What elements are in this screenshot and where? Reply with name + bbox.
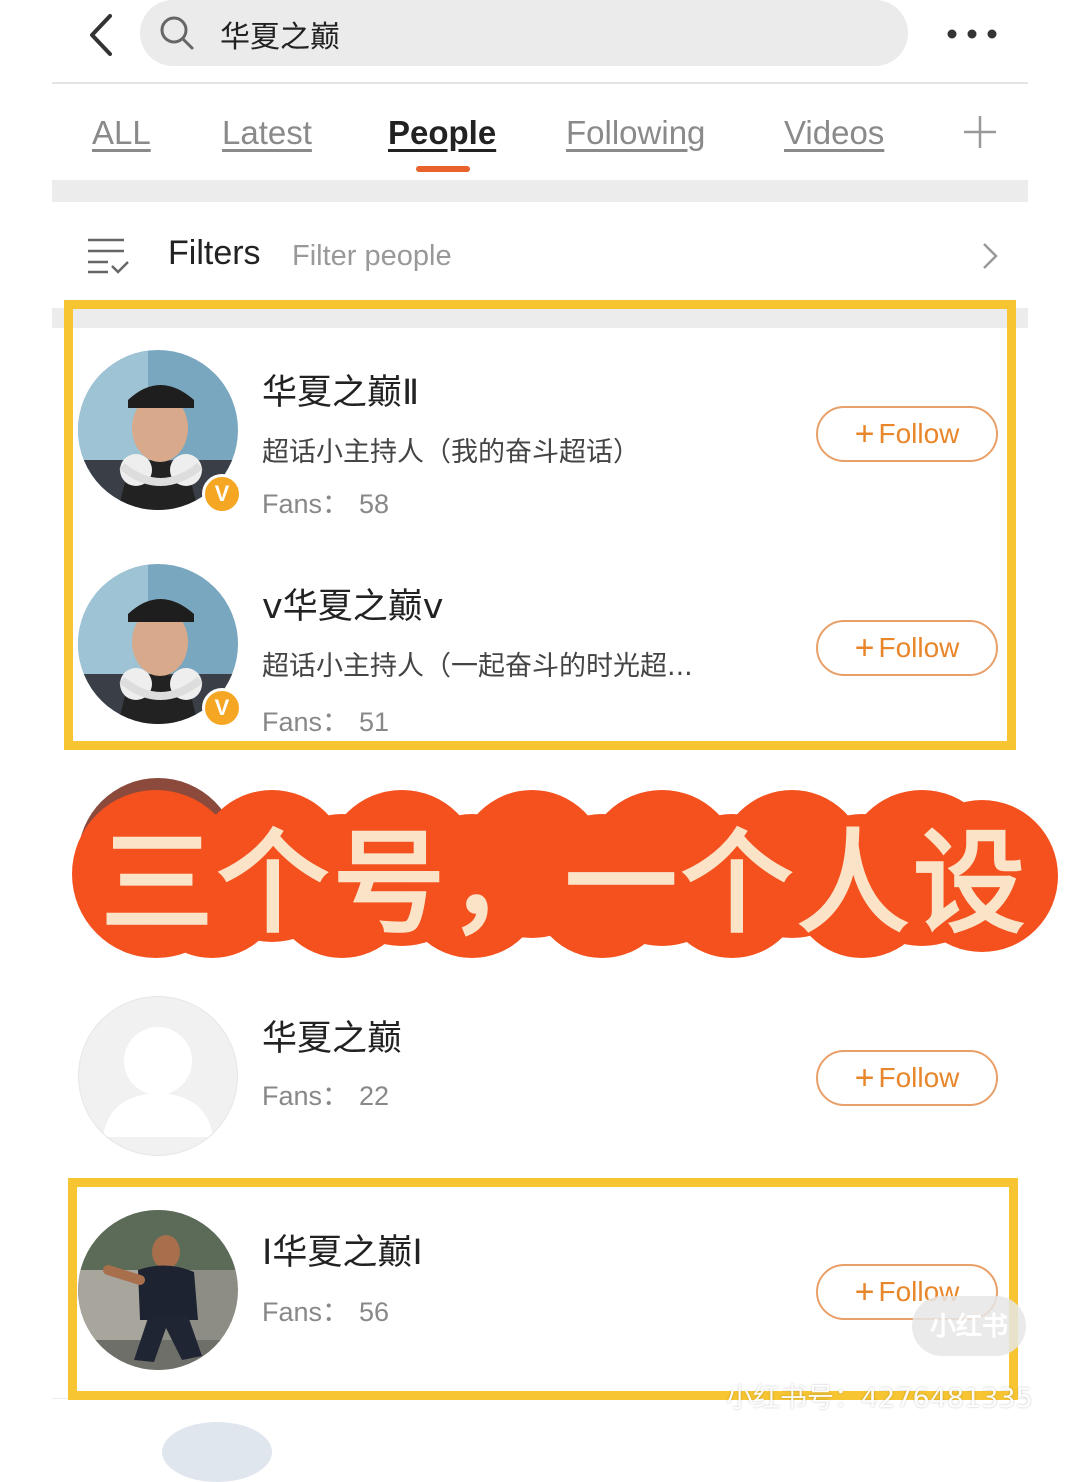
divider [52, 180, 1028, 202]
banner-overlay: 三个号，一个人设 [72, 790, 1058, 958]
tab-people[interactable]: People [388, 114, 496, 152]
avatar[interactable] [78, 1210, 238, 1370]
follow-button[interactable]: + Follow [816, 1050, 998, 1106]
fans-number: 56 [359, 1297, 390, 1327]
list-item[interactable]: V v华夏之巅v 超话小主持人（一起奋斗的时光超... Fans： 51 + Fol… [52, 542, 1028, 757]
user-description: 超话小主持人（我的奋斗超话） [262, 437, 640, 468]
follow-label: Follow [878, 1062, 960, 1093]
tab-following[interactable]: Following [566, 114, 705, 152]
verified-badge: V [202, 688, 242, 728]
user-name[interactable]: 华夏之巅Ⅱ [262, 364, 419, 415]
watermark-text: 小红书号：4276481335 [726, 1383, 1033, 1414]
filter-list-icon [88, 238, 129, 274]
filters-label: Filters [168, 234, 261, 272]
tab-all[interactable]: ALL [92, 114, 151, 152]
fans-count: Fans： 56 [262, 1290, 389, 1329]
fans-label: Fans： [262, 707, 350, 737]
search-icon [160, 16, 194, 50]
follow-label: Follow [878, 418, 960, 449]
plus-icon: + [854, 1059, 875, 1097]
user-description: 超话小主持人（一起奋斗的时光超... [262, 651, 693, 682]
plus-icon: + [854, 629, 875, 667]
follow-button[interactable]: + Follow [816, 406, 998, 462]
list-item[interactable]: V 华夏之巅Ⅱ 超话小主持人（我的奋斗超话） Fans： 58 + Follow [52, 328, 1028, 543]
fans-label: Fans： [262, 1297, 350, 1327]
back-arrow-icon[interactable] [78, 10, 128, 60]
banner-text: 三个号，一个人设 [101, 819, 1029, 949]
add-tab-icon[interactable] [962, 114, 998, 150]
fans-count: Fans： 58 [262, 482, 389, 521]
verified-badge: V [202, 474, 242, 514]
search-header: 华夏之巅 [52, 0, 1028, 84]
active-tab-indicator [416, 166, 470, 172]
user-name[interactable]: v华夏之巅v [262, 578, 443, 629]
follow-button[interactable]: + Follow [816, 620, 998, 676]
default-avatar-icon[interactable] [78, 996, 238, 1156]
fans-number: 22 [359, 1081, 390, 1111]
search-query: 华夏之巅 [220, 20, 340, 55]
fans-number: 58 [359, 489, 390, 519]
plus-icon: + [854, 415, 875, 453]
chevron-right-icon [983, 243, 998, 269]
result-tabs: ALL Latest People Following Videos [52, 84, 1028, 180]
fans-count: Fans： 22 [262, 1074, 389, 1113]
tab-latest[interactable]: Latest [222, 114, 312, 152]
more-options-icon[interactable] [942, 20, 1002, 48]
user-name[interactable]: I华夏之巅I [262, 1224, 423, 1275]
fans-count: Fans： 51 [262, 700, 389, 739]
watermark-logo: 小红书 [912, 1296, 1026, 1356]
search-results-screen: 华夏之巅 ALL Latest People Following Videos … [52, 0, 1028, 1482]
fans-label: Fans： [262, 489, 350, 519]
search-input[interactable]: 华夏之巅 [140, 0, 908, 66]
fans-number: 51 [359, 707, 390, 737]
plus-icon: + [854, 1273, 875, 1311]
follow-label: Follow [878, 632, 960, 663]
divider [52, 308, 1028, 328]
filters-placeholder: Filter people [292, 240, 452, 272]
user-name[interactable]: 华夏之巅 [262, 1010, 402, 1061]
fans-label: Fans： [262, 1081, 350, 1111]
tab-videos[interactable]: Videos [784, 114, 884, 152]
filters-row[interactable]: Filters Filter people [52, 202, 1028, 308]
list-item[interactable]: 华夏之巅 Fans： 22 + Follow [52, 970, 1028, 1185]
list-item[interactable]: I华夏之巅I Fans： 56 + Follow [52, 1184, 1028, 1399]
avatar [162, 1422, 272, 1482]
